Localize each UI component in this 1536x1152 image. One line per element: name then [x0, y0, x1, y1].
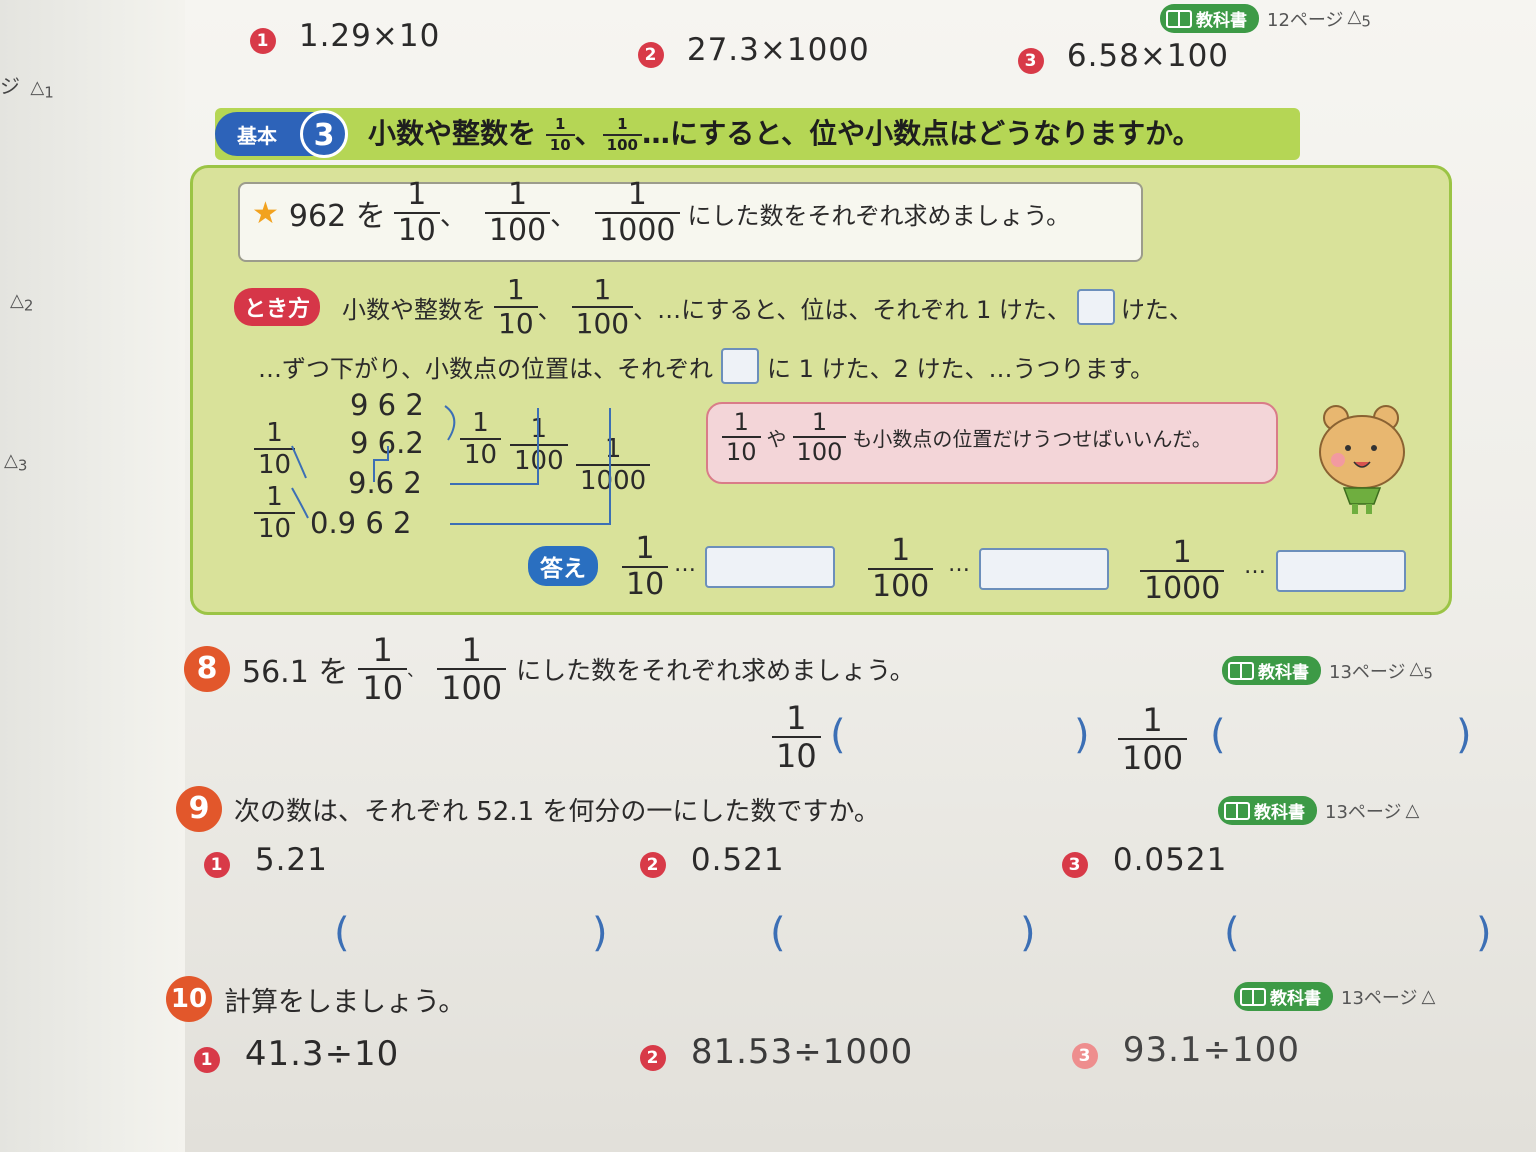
- fill-in-blank[interactable]: [1076, 289, 1115, 325]
- shift-arrows-icon: [291, 405, 611, 525]
- triangle-mark-icon: △5: [1409, 658, 1433, 683]
- item-number: 2: [640, 852, 666, 878]
- question-number: 9: [176, 786, 222, 832]
- basic-3-badge: 基本 3: [215, 108, 348, 160]
- triangle-mark-icon: △1: [30, 77, 54, 102]
- left-page-fragment: ジ △1: [0, 74, 54, 102]
- item-number: 3: [1072, 1043, 1098, 1069]
- q9-item-3: 3 0.0521: [1062, 842, 1227, 878]
- question-8: 8 56.1 を 1 10、 1 100 にした数をそれぞれ求めましょう。: [184, 634, 915, 704]
- item-number: 2: [640, 1045, 666, 1071]
- q10-item-1: 1 41.3÷10: [194, 1034, 399, 1074]
- item-number: 2: [638, 42, 664, 68]
- basic-3-question: ★ 962 を 1 10、 1 100、 1 1000 にした数をそれぞれ求めましょう…: [252, 177, 1071, 248]
- bear-mascot-icon: [1319, 405, 1405, 514]
- textbook-reference-q8: 教科書 13ページ △5: [1222, 656, 1433, 685]
- top-item-3: 3 6.58×100: [1018, 38, 1229, 74]
- q9-item-1: 1 5.21: [204, 842, 328, 878]
- item-number: 1: [194, 1047, 220, 1073]
- star-icon: ★: [252, 195, 279, 231]
- textbook-badge: 教科書: [1234, 982, 1333, 1011]
- kotae-label: 答え: [528, 546, 598, 586]
- answer-fraction: 1 100: [868, 536, 934, 602]
- q10-item-3: 3 93.1÷100: [1072, 1030, 1300, 1070]
- answer-box-1-1000[interactable]: [1276, 550, 1406, 592]
- textbook-badge: 教科書: [1218, 796, 1317, 825]
- basic-3-heading: 小数や整数を 1 10、 1 100 …にすると、位や小数点はどうなりますか。: [368, 115, 1201, 154]
- fill-in-blank[interactable]: [721, 348, 760, 384]
- book-icon: [1240, 987, 1266, 1006]
- basic-3-explanation-line-2: …ずつ下がり、小数点の位置は、それぞれ に 1 けた、2 けた、…うつります。: [258, 348, 1154, 384]
- textbook-reference-q9: 教科書 13ページ △: [1218, 796, 1419, 825]
- q9-item-2: 2 0.521: [640, 842, 785, 878]
- textbook-badge: 教科書: [1222, 656, 1321, 685]
- answer-fraction: 1 1000: [1140, 538, 1225, 604]
- q8-answer-1-100[interactable]: [1240, 716, 1450, 760]
- triangle-mark-icon: △3: [4, 450, 28, 475]
- textbook-reference-q10: 教科書 13ページ △: [1234, 982, 1435, 1011]
- question-number: 8: [184, 646, 230, 692]
- top-item-1: 1 1.29×10: [250, 18, 440, 54]
- q9-answer-3[interactable]: [1254, 914, 1474, 958]
- answer-fraction: 1 100: [1118, 704, 1188, 774]
- book-icon: [1224, 801, 1250, 820]
- q8-answer-1-10[interactable]: [860, 716, 1070, 760]
- top-item-2: 2 27.3×1000: [638, 32, 870, 68]
- triangle-mark-icon: △2: [10, 290, 34, 315]
- item-number: 3: [1062, 852, 1088, 878]
- left-page-edge: [0, 0, 185, 1152]
- textbook-badge: 教科書: [1160, 4, 1259, 33]
- textbook-reference-top: 教科書 12ページ △5: [1160, 4, 1371, 33]
- item-number: 1: [204, 852, 230, 878]
- basic-3-explanation-line-1: とき方 小数や整数を 1 10、 1 100 、…にすると、位は、それぞれ 1 けた…: [234, 276, 1193, 338]
- triangle-mark-icon: △: [1405, 800, 1420, 821]
- question-10: 10 計算をしましょう。: [166, 976, 465, 1022]
- item-number: 1: [250, 28, 276, 54]
- answer-box-1-100[interactable]: [979, 548, 1109, 590]
- item-number: 3: [1018, 48, 1044, 74]
- q9-answer-2[interactable]: [800, 914, 1020, 958]
- book-icon: [1166, 9, 1192, 28]
- hint-text: 1 10 や 1 100 も小数点の位置だけうつせばいいんだ。: [722, 410, 1212, 464]
- question-9: 9 次の数は、それぞれ 52.1 を何分の一にした数ですか。: [176, 786, 880, 832]
- q10-item-2: 2 81.53÷1000: [640, 1032, 913, 1072]
- answer-box-1-10[interactable]: [705, 546, 835, 588]
- answer-fraction: 1 10: [772, 702, 821, 772]
- triangle-mark-icon: △: [1421, 986, 1436, 1007]
- q9-answer-1[interactable]: [364, 914, 584, 958]
- question-number: 10: [166, 976, 212, 1022]
- tokikata-label: とき方: [234, 288, 321, 326]
- triangle-mark-icon: △5: [1347, 6, 1371, 31]
- answer-fraction: 1 10: [622, 534, 669, 600]
- decimal-shift-diagram: 9 6 2 9 6.2 9.6 2 0.9 6 2 1 10 1 10 1 10 11…: [250, 388, 651, 542]
- book-icon: [1228, 661, 1254, 680]
